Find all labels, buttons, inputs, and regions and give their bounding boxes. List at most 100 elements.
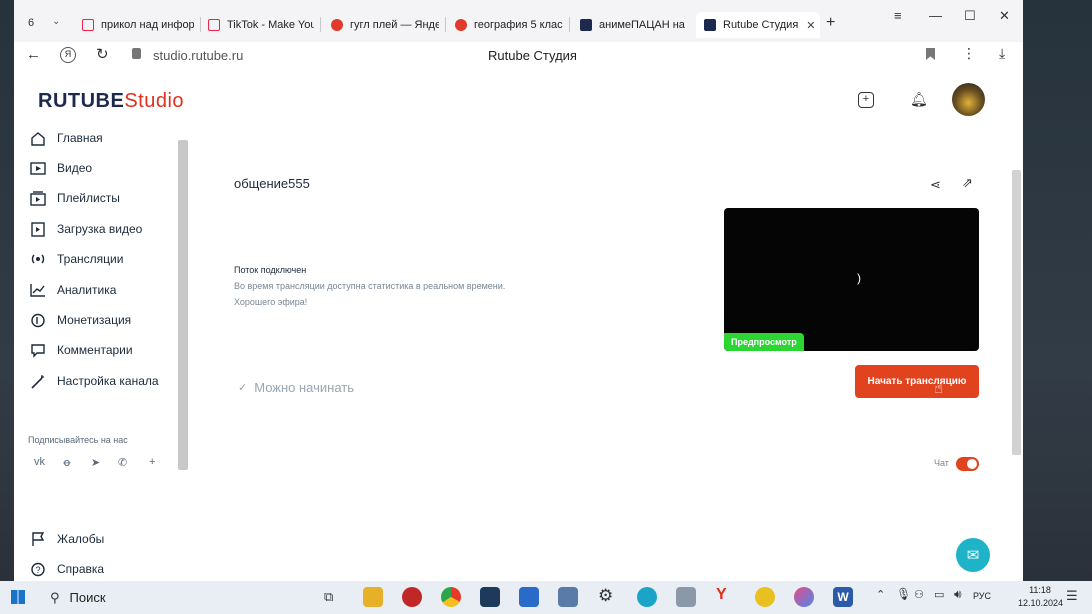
hand-cursor-icon: ☝ bbox=[934, 380, 944, 397]
sidebar-item-broadcasts[interactable]: Трансляции bbox=[28, 246, 123, 272]
bell-icon[interactable]: 🔔︎ bbox=[910, 91, 928, 108]
share-icon[interactable]: ⋖ bbox=[930, 177, 941, 193]
file-explorer-icon[interactable] bbox=[363, 587, 383, 607]
comments-icon bbox=[28, 342, 48, 358]
close-tab-icon[interactable]: ✕ bbox=[806, 19, 815, 32]
maximize-icon[interactable]: ☐ bbox=[964, 8, 976, 24]
start-broadcast-button[interactable]: Начать трансляцию bbox=[855, 365, 979, 398]
language-indicator[interactable]: РУС bbox=[973, 591, 991, 601]
search-icon: ⚲ bbox=[50, 589, 60, 605]
chrome-icon[interactable] bbox=[441, 587, 461, 607]
sidebar-item-analytics[interactable]: Аналитика bbox=[28, 277, 116, 303]
store-icon[interactable] bbox=[519, 587, 539, 607]
sidebar-item-complaints[interactable]: Жалобы bbox=[28, 526, 104, 552]
preview-badge: Предпросмотр bbox=[724, 333, 804, 351]
tab-2[interactable]: TikTok - Make You bbox=[208, 12, 314, 38]
viber-icon[interactable]: ✆ bbox=[118, 456, 127, 469]
tab-divider bbox=[320, 17, 321, 32]
support-chat-icon: ✉ bbox=[966, 547, 980, 564]
sidebar-item-help[interactable]: ? Справка bbox=[28, 556, 104, 581]
more-social-icon[interactable]: + bbox=[149, 456, 155, 468]
sidebar-item-home[interactable]: Главная bbox=[28, 125, 103, 151]
sidebar-item-label: Видео bbox=[57, 161, 93, 175]
chat-toggle[interactable] bbox=[956, 457, 979, 471]
close-window-icon[interactable]: ✕ bbox=[999, 8, 1010, 24]
monetization-icon bbox=[28, 312, 48, 328]
sidebar-item-monetization[interactable]: Монетизация bbox=[28, 307, 131, 333]
calculator-icon[interactable] bbox=[676, 587, 696, 607]
clock[interactable]: 11:18 12.10.2024 bbox=[1018, 584, 1063, 610]
telegram-icon[interactable]: ➤ bbox=[91, 456, 100, 469]
follow-us-label: Подписывайтесь на нас bbox=[28, 435, 128, 445]
logo-sub: Studio bbox=[124, 90, 185, 112]
svg-text:?: ? bbox=[36, 565, 41, 575]
vk-icon[interactable]: vk bbox=[34, 456, 45, 468]
more-vertical-icon[interactable]: ⋮ bbox=[962, 45, 976, 62]
tab-3[interactable]: гугл плей — Яндe bbox=[331, 12, 439, 38]
sidebar-item-upload[interactable]: Загрузка видео bbox=[28, 216, 142, 242]
ready-label: Можно начинать bbox=[254, 380, 355, 395]
tab-4[interactable]: география 5 класс bbox=[455, 12, 563, 38]
microphone-icon[interactable]: 🎙︎ bbox=[896, 587, 911, 601]
sidebar-item-label: Справка bbox=[57, 562, 105, 576]
back-icon[interactable]: ← bbox=[26, 46, 41, 63]
tab-list-chevron-icon[interactable]: ⌄ bbox=[52, 16, 60, 27]
tab-6-active[interactable]: Rutube Студия ✕ bbox=[696, 12, 820, 38]
yandex-browser-icon[interactable]: Y bbox=[716, 586, 727, 604]
yandex-icon bbox=[455, 19, 467, 31]
solitaire-icon[interactable] bbox=[558, 587, 578, 607]
sidebar-item-label: Плейлисты bbox=[57, 191, 120, 205]
rutube-icon bbox=[704, 19, 716, 31]
tab-5[interactable]: анимеПАЦАН на R bbox=[580, 12, 686, 38]
support-chat-button[interactable]: ✉ bbox=[956, 538, 990, 572]
tray-icon[interactable]: ⚇ bbox=[914, 588, 924, 601]
windows-start-icon[interactable] bbox=[11, 590, 25, 604]
open-external-icon[interactable]: ⇗ bbox=[962, 175, 973, 191]
sidebar-scrollbar[interactable] bbox=[178, 140, 188, 470]
tab-1[interactable]: прикол над инфор bbox=[82, 12, 194, 38]
avatar[interactable] bbox=[952, 83, 985, 116]
sidebar-item-channel-settings[interactable]: Настройка канала bbox=[28, 368, 159, 394]
app-icon[interactable] bbox=[794, 587, 814, 607]
analytics-icon bbox=[28, 282, 48, 298]
sidebar-item-label: Монетизация bbox=[57, 313, 132, 327]
app-icon[interactable] bbox=[755, 587, 775, 607]
studio-page: RUTUBEStudio + 🔔︎ Главная Видео Плейлист… bbox=[14, 70, 1023, 581]
rutube-studio-logo[interactable]: RUTUBEStudio bbox=[38, 90, 184, 113]
app-icon[interactable] bbox=[480, 587, 500, 607]
reload-icon[interactable]: ↻ bbox=[96, 45, 109, 63]
menu-icon[interactable]: ≡ bbox=[894, 8, 902, 23]
new-tab-icon[interactable]: + bbox=[826, 14, 835, 32]
bookmark-icon[interactable] bbox=[926, 48, 935, 60]
settings-wand-icon bbox=[28, 373, 48, 389]
sidebar-item-label: Трансляции bbox=[57, 252, 124, 266]
stream-preview[interactable]: ) Предпросмотр bbox=[724, 208, 979, 351]
task-view-icon[interactable]: ⧉ bbox=[324, 589, 333, 605]
sidebar-item-label: Загрузка видео bbox=[57, 222, 143, 236]
chat-label: Чат bbox=[934, 458, 949, 468]
create-icon[interactable]: + bbox=[858, 92, 874, 108]
word-icon[interactable]: W bbox=[833, 587, 853, 607]
edge-icon[interactable] bbox=[637, 587, 657, 607]
volume-icon[interactable]: 🔊︎ bbox=[954, 587, 962, 602]
tab-count[interactable]: 6 bbox=[28, 17, 34, 29]
toggle-knob bbox=[967, 459, 977, 469]
network-icon[interactable]: ▭ bbox=[934, 588, 944, 601]
download-icon[interactable]: ⤓ bbox=[999, 45, 1005, 62]
page-scrollbar[interactable] bbox=[1012, 170, 1021, 455]
notifications-icon[interactable]: ☰ bbox=[1066, 588, 1078, 604]
sidebar-item-playlists[interactable]: Плейлисты bbox=[28, 185, 120, 211]
tray-chevron-up-icon[interactable]: ⌃ bbox=[876, 588, 885, 601]
sidebar-item-comments[interactable]: Комментарии bbox=[28, 337, 133, 363]
settings-gear-icon[interactable]: ⚙ bbox=[598, 586, 613, 606]
browser-window: 6 ⌄ прикол над инфор TikTok - Make You г… bbox=[14, 0, 1023, 581]
app-icon[interactable] bbox=[402, 587, 422, 607]
ok-icon[interactable]: ꝋ bbox=[63, 456, 71, 469]
minimize-icon[interactable]: — bbox=[929, 8, 942, 23]
taskbar-search[interactable]: ⚲ Поиск bbox=[38, 581, 308, 614]
video-icon bbox=[28, 160, 48, 176]
stream-status-title: Поток подключен bbox=[234, 265, 307, 275]
url-text[interactable]: studio.rutube.ru bbox=[153, 48, 243, 63]
yandex-logo-icon[interactable]: Я bbox=[60, 47, 76, 63]
sidebar-item-video[interactable]: Видео bbox=[28, 155, 92, 181]
